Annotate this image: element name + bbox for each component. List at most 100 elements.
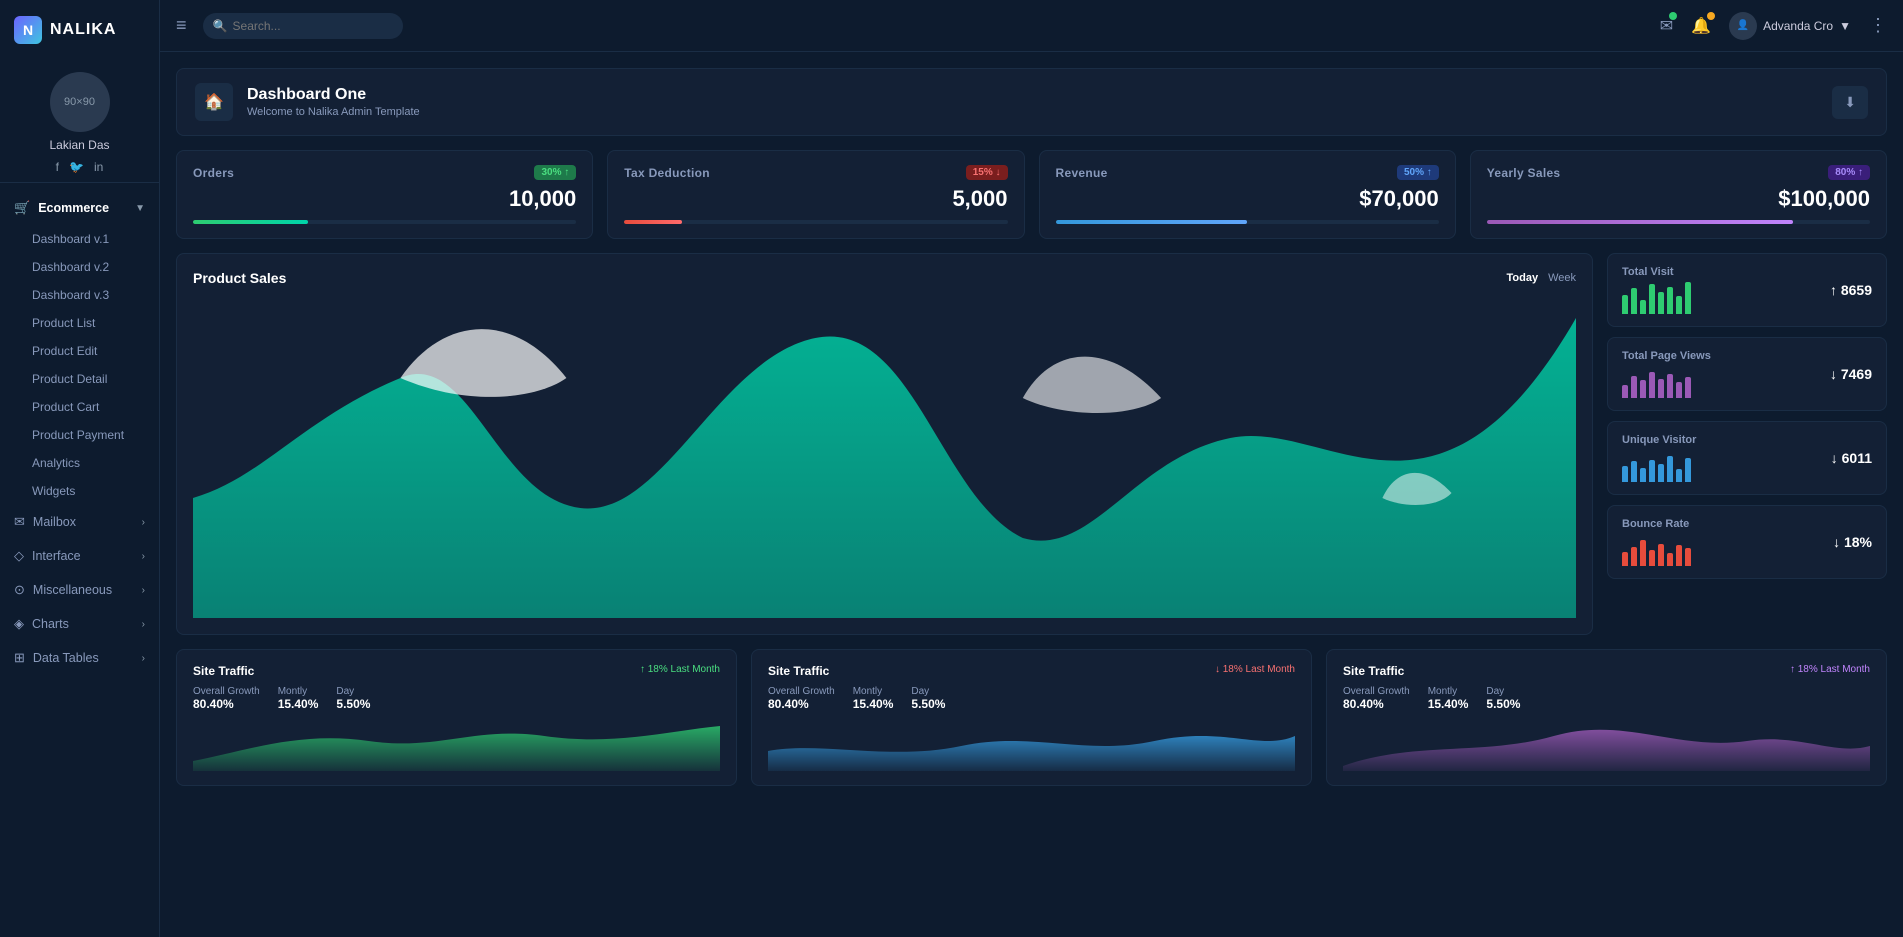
bell-badge — [1707, 12, 1715, 20]
linkedin-icon[interactable]: in — [94, 160, 103, 174]
sidebar-item-data-tables[interactable]: ⊞ Data Tables › — [0, 641, 159, 675]
stat-card-orders: Orders 30% ↑ 10,000 — [176, 150, 593, 239]
mailbox-label: Mailbox — [33, 515, 76, 529]
traffic-val-day-1: 5.50% — [336, 697, 370, 711]
avatar: 90×90 — [50, 72, 110, 132]
hamburger-button[interactable]: ≡ — [176, 15, 187, 36]
traffic-stats-3: Overall Growth 80.40% Montly 15.40% Day … — [1343, 686, 1870, 711]
sidebar-item-dashboard-v1[interactable]: Dashboard v.1 — [0, 225, 159, 253]
orders-title: Orders — [193, 166, 234, 180]
page-header-text: Dashboard One Welcome to Nalika Admin Te… — [247, 86, 420, 118]
pbar-3 — [1640, 380, 1646, 398]
download-button[interactable]: ⬇ — [1832, 86, 1868, 119]
search-input[interactable] — [203, 13, 403, 39]
tab-today[interactable]: Today — [1507, 272, 1539, 284]
bounce-rate-bars — [1622, 534, 1833, 566]
more-icon[interactable]: ⋮ — [1869, 15, 1887, 36]
sidebar-item-product-detail[interactable]: Product Detail — [0, 365, 159, 393]
sidebar-item-product-edit[interactable]: Product Edit — [0, 337, 159, 365]
twitter-icon[interactable]: 🐦 — [69, 160, 84, 174]
pbar-7 — [1676, 382, 1682, 398]
traffic-label-monthly-2: Montly — [853, 686, 894, 697]
bell-icon[interactable]: 🔔 — [1691, 16, 1711, 36]
stat-card-revenue: Revenue 50% ↑ $70,000 — [1039, 150, 1456, 239]
traffic-stat-day-1: Day 5.50% — [336, 686, 370, 711]
interface-label: Interface — [32, 549, 81, 563]
ubar-1 — [1622, 466, 1628, 482]
bar-7 — [1676, 296, 1682, 314]
tax-title: Tax Deduction — [624, 166, 710, 180]
sidebar-item-analytics[interactable]: Analytics — [0, 449, 159, 477]
page-header-icon: 🏠 — [195, 83, 233, 121]
sidebar-item-charts[interactable]: ◈ Charts › — [0, 607, 159, 641]
sidebar-item-widgets[interactable]: Widgets — [0, 477, 159, 505]
traffic-header-2: Site Traffic ↓ 18% Last Month — [768, 664, 1295, 678]
revenue-progress-track — [1056, 220, 1439, 224]
sidebar-item-product-cart[interactable]: Product Cart — [0, 393, 159, 421]
bar-2 — [1631, 288, 1637, 314]
sidebar-item-miscellaneous[interactable]: ⊙ Miscellaneous › — [0, 573, 159, 607]
facebook-icon[interactable]: f — [56, 160, 59, 174]
page-title: Dashboard One — [247, 86, 420, 104]
pbar-6 — [1667, 374, 1673, 398]
orders-value: 10,000 — [193, 186, 576, 212]
mini-stat-page-views-left: Total Page Views — [1622, 350, 1830, 398]
traffic-card-2: Site Traffic ↓ 18% Last Month Overall Gr… — [751, 649, 1312, 786]
page-subtitle: Welcome to Nalika Admin Template — [247, 106, 420, 118]
tables-icon: ⊞ — [14, 650, 25, 666]
mini-stat-unique-visitor-left: Unique Visitor — [1622, 434, 1831, 482]
sidebar-item-ecommerce[interactable]: 🛒 Ecommerce ▼ — [0, 191, 159, 225]
user-avatar-small: 👤 — [1729, 12, 1757, 40]
mail-icon[interactable]: ✉ — [1660, 16, 1673, 36]
traffic-label-growth-1: Overall Growth — [193, 686, 260, 697]
sidebar-item-dashboard-v2[interactable]: Dashboard v.2 — [0, 253, 159, 281]
bbar-1 — [1622, 552, 1628, 566]
bar-8 — [1685, 282, 1691, 314]
traffic-val-growth-1: 80.40% — [193, 697, 260, 711]
ubar-3 — [1640, 468, 1646, 482]
total-visit-label: Total Visit — [1622, 266, 1830, 278]
sidebar-item-interface[interactable]: ◇ Interface › — [0, 539, 159, 573]
chevron-right-icon5: › — [142, 653, 145, 664]
chevron-right-icon4: › — [142, 619, 145, 630]
ubar-2 — [1631, 461, 1637, 482]
logo: N NALIKA — [0, 0, 159, 60]
traffic-val-growth-2: 80.40% — [768, 697, 835, 711]
content: 🏠 Dashboard One Welcome to Nalika Admin … — [160, 52, 1903, 937]
sidebar-item-product-list[interactable]: Product List — [0, 309, 159, 337]
unique-visitor-label: Unique Visitor — [1622, 434, 1831, 446]
user-display-name: Advanda Cro — [1763, 19, 1833, 33]
traffic-val-monthly-1: 15.40% — [278, 697, 319, 711]
orders-badge: 30% ↑ — [534, 165, 576, 180]
user-menu[interactable]: 👤 Advanda Cro ▼ — [1729, 12, 1851, 40]
tab-week[interactable]: Week — [1548, 272, 1576, 284]
ecommerce-icon: 🛒 — [14, 200, 30, 216]
traffic-header-1: Site Traffic ↑ 18% Last Month — [193, 664, 720, 678]
traffic-label-growth-3: Overall Growth — [1343, 686, 1410, 697]
mini-stat-bounce-rate: Bounce Rate ↓ 18% — [1607, 505, 1887, 579]
bar-1 — [1622, 295, 1628, 314]
traffic-stats-1: Overall Growth 80.40% Montly 15.40% Day … — [193, 686, 720, 711]
misc-icon: ⊙ — [14, 582, 25, 598]
search-wrapper: 🔍 — [203, 13, 403, 39]
traffic-card-1: Site Traffic ↑ 18% Last Month Overall Gr… — [176, 649, 737, 786]
misc-label: Miscellaneous — [33, 583, 112, 597]
revenue-badge: 50% ↑ — [1397, 165, 1439, 180]
sidebar-item-product-payment[interactable]: Product Payment — [0, 421, 159, 449]
traffic-stat-monthly-2: Montly 15.40% — [853, 686, 894, 711]
yearly-progress-track — [1487, 220, 1870, 224]
traffic-stat-growth-3: Overall Growth 80.40% — [1343, 686, 1410, 711]
chevron-right-icon: › — [142, 517, 145, 528]
bbar-7 — [1676, 545, 1682, 566]
bbar-3 — [1640, 540, 1646, 566]
sidebar-item-mailbox[interactable]: ✉ Mailbox › — [0, 505, 159, 539]
chart-svg — [193, 298, 1576, 618]
stats-panel: Total Visit ↑ 8659 — [1607, 253, 1887, 635]
mailbox-icon: ✉ — [14, 514, 25, 530]
unique-visitor-bars — [1622, 450, 1831, 482]
ubar-6 — [1667, 456, 1673, 482]
ubar-7 — [1676, 469, 1682, 482]
chevron-down-icon: ▼ — [135, 203, 145, 214]
header: ≡ 🔍 ✉ 🔔 👤 Advanda Cro ▼ ⋮ — [160, 0, 1903, 52]
sidebar-item-dashboard-v3[interactable]: Dashboard v.3 — [0, 281, 159, 309]
